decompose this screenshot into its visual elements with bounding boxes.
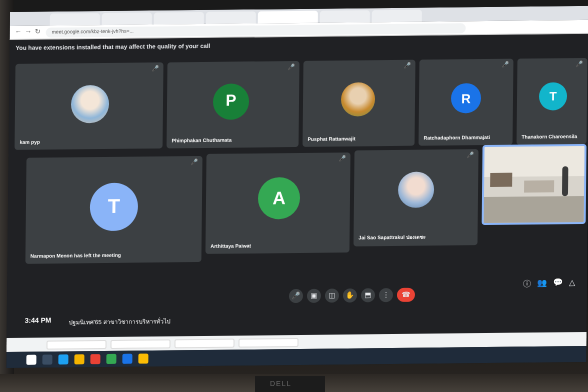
participant-initial-avatar: T — [538, 82, 568, 111]
browser-tab[interactable] — [205, 11, 256, 24]
meeting-title: ปฐมนิเทศ'65 สาขาวิชาการบริหารทั่วไป — [68, 319, 171, 327]
participant-name: Arthittaya Paiwat — [210, 243, 252, 250]
participant-tile[interactable]: 🎤 A Arthittaya Paiwat — [205, 152, 351, 254]
extensions-warning-banner: You have extensions installed that may a… — [15, 43, 211, 52]
participant-tile[interactable]: 🎤 T Thanakorn Charoensila — [516, 57, 588, 145]
vlc-icon[interactable] — [138, 353, 149, 364]
camera-icon[interactable]: ▣ — [306, 288, 322, 303]
present-icon[interactable]: ⬒ — [360, 288, 376, 303]
end-call-icon[interactable]: ☎ — [396, 287, 416, 302]
download-item[interactable] — [46, 340, 107, 350]
participant-initial-avatar: P — [212, 83, 250, 120]
start-icon[interactable] — [26, 354, 37, 365]
browser-tab[interactable] — [49, 13, 100, 26]
browser-tab[interactable] — [319, 10, 370, 23]
participant-tile[interactable]: 🎤 kam pyp — [14, 62, 164, 150]
browser-tab[interactable] — [153, 11, 204, 25]
participant-left-notice: Narmapon Menon has left the meeting — [30, 252, 122, 260]
meet-call-area: You have extensions installed that may a… — [6, 33, 588, 339]
mic-muted-icon: 🎤 — [466, 153, 475, 160]
participant-initial-avatar: A — [257, 176, 301, 220]
participant-name: Thanakorn Charoensila — [521, 134, 578, 141]
forward-icon[interactable]: → — [25, 28, 32, 35]
participant-photo-avatar — [70, 84, 110, 124]
participant-tile[interactable]: 🎤 T Narmapon Menon has left the meeting — [25, 155, 203, 264]
browser-tab[interactable] — [371, 9, 422, 23]
call-controls: 🎤 ▣ ◫ ✋ ⬒ ⋮ ☎ — [288, 287, 416, 305]
mic-muted-icon: 🎤 — [501, 62, 510, 69]
activities-icon[interactable]: △ — [569, 278, 575, 287]
mic-muted-icon: 🎤 — [403, 63, 412, 70]
participant-name: Phimphakan Chuthamata — [171, 137, 232, 145]
mic-icon[interactable]: 🎤 — [288, 288, 304, 304]
meeting-clock: 3:44 PM — [24, 317, 52, 325]
download-item[interactable] — [238, 337, 299, 348]
participant-name: Ratchadaphorn Dhammajati — [423, 134, 491, 142]
participant-photo-avatar — [340, 82, 376, 117]
participant-tile[interactable]: 🎤 Jai Sao Sapattrakul ปองเดชะ — [353, 149, 479, 247]
classroom-table — [524, 180, 555, 193]
raise-hand-icon[interactable]: ✋ — [342, 288, 358, 303]
participant-initial-avatar: R — [450, 83, 482, 114]
back-icon[interactable]: ← — [15, 28, 22, 35]
presenter-figure — [561, 166, 569, 197]
word-icon[interactable] — [122, 353, 133, 364]
app-icon[interactable] — [90, 354, 101, 365]
classroom-floor — [483, 195, 587, 226]
browser-tab-active[interactable] — [257, 10, 318, 24]
participant-photo-avatar — [397, 171, 435, 208]
classroom-video-tile[interactable] — [481, 143, 587, 226]
participant-tile[interactable]: 🎤 P Phimphakan Chuthamata — [166, 60, 300, 149]
chat-icon[interactable]: 💬 — [553, 278, 563, 287]
search-icon[interactable] — [42, 354, 53, 365]
people-icon[interactable]: 👥 — [537, 278, 547, 287]
participant-name: kam pyp — [19, 139, 40, 146]
mic-muted-icon: 🎤 — [287, 65, 296, 72]
info-icon[interactable]: ⓘ — [523, 279, 531, 290]
captions-icon[interactable]: ◫ — [324, 288, 340, 303]
chrome-icon[interactable] — [106, 353, 117, 365]
file-explorer-icon[interactable] — [74, 354, 85, 365]
edge-icon[interactable] — [58, 354, 69, 365]
mic-muted-icon: 🎤 — [190, 160, 199, 167]
mic-muted-icon: 🎤 — [575, 61, 584, 69]
mic-muted-icon: 🎤 — [151, 66, 160, 73]
classroom-desk — [490, 172, 513, 187]
dell-logo: DELL — [270, 381, 292, 388]
participant-tile[interactable]: 🎤 Pusphat Rattanwajit — [302, 59, 416, 147]
mic-muted-icon: 🎤 — [338, 156, 347, 163]
more-options-icon[interactable]: ⋮ — [378, 288, 394, 303]
photo-of-monitor: ← → ↻ meet.google.com/kbz-tenk-jvh?hs=..… — [0, 0, 588, 392]
browser-tab[interactable] — [101, 12, 152, 26]
participant-initial-avatar: T — [89, 182, 139, 232]
participant-name: Pusphat Rattanwajit — [307, 136, 356, 143]
participant-name: Jai Sao Sapattrakul ปองเดชะ — [358, 234, 426, 242]
download-item[interactable] — [110, 339, 171, 349]
monitor-screen: ← → ↻ meet.google.com/kbz-tenk-jvh?hs=..… — [6, 5, 588, 369]
reload-icon[interactable]: ↻ — [35, 28, 41, 36]
participant-tile[interactable]: 🎤 R Ratchadaphorn Dhammajati — [418, 58, 514, 146]
download-item[interactable] — [174, 338, 235, 349]
